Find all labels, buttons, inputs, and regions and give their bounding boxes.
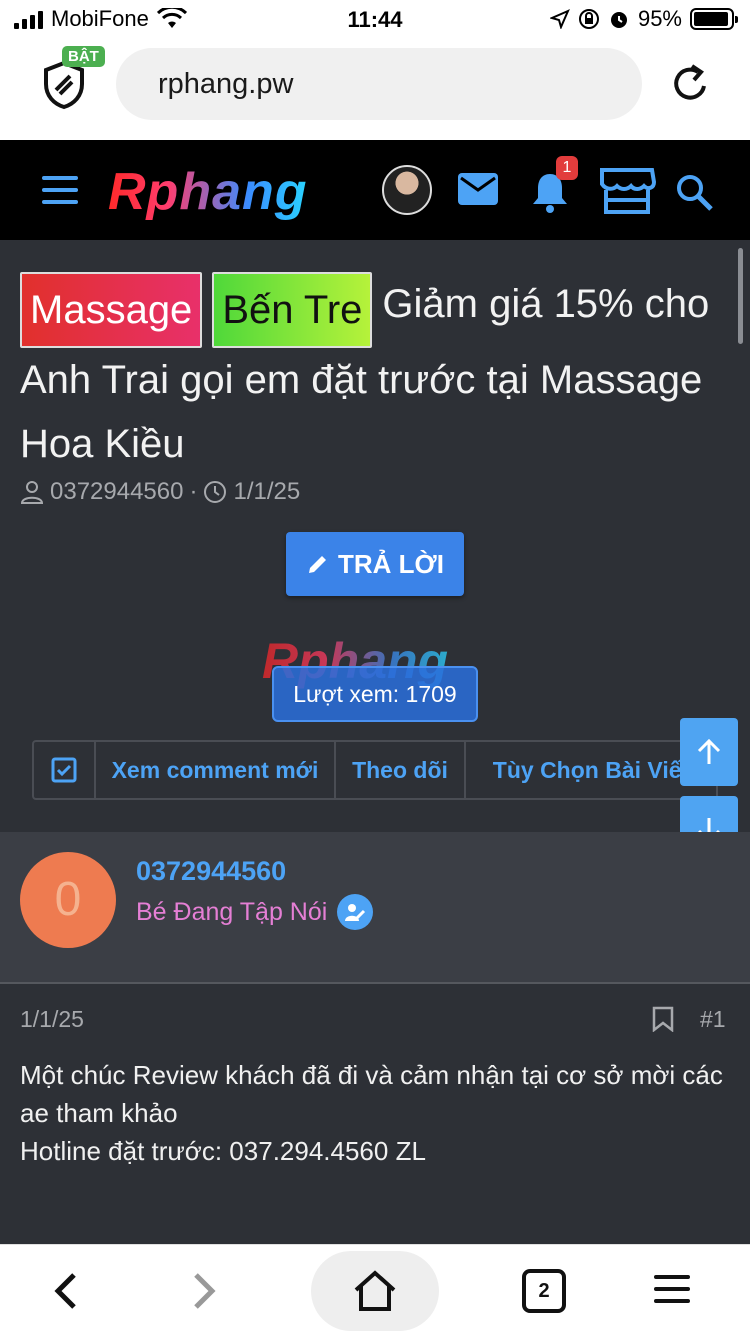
view-new-comments-button[interactable]: Xem comment mới (96, 742, 336, 798)
status-bar: MobiFone 11:44 95% (0, 0, 750, 40)
tag-massage[interactable]: Massage (20, 272, 203, 348)
post-body-line: Một chúc Review khách đã đi và cảm nhận … (20, 1060, 723, 1128)
location-arrow-icon (549, 9, 570, 29)
author-avatar[interactable]: 0 (20, 852, 116, 948)
store-icon[interactable] (598, 166, 656, 216)
site-header: Rphang (0, 140, 750, 240)
reply-button[interactable]: TRẢ LỜI (286, 532, 464, 596)
post-body: Một chúc Review khách đã đi và cảm nhận … (20, 1056, 730, 1170)
select-checkbox[interactable] (34, 742, 96, 798)
mail-icon[interactable] (457, 172, 499, 206)
thread-author[interactable]: 0372944560 (50, 478, 183, 506)
arrow-up-icon (697, 738, 721, 764)
search-icon[interactable] (674, 172, 714, 212)
thread-date: 1/1/25 (233, 478, 301, 505)
user-icon (20, 481, 44, 504)
shield-icon[interactable] (42, 60, 86, 110)
author-title: Bé Đang Tập Nói (136, 894, 374, 930)
menu-icon[interactable] (42, 176, 78, 204)
follow-button[interactable]: Theo dõi (336, 742, 466, 798)
rotation-lock-icon (578, 9, 599, 29)
post-body-line: Hotline đặt trước: 037.294.4560 ZL (20, 1136, 426, 1166)
reload-icon[interactable] (668, 62, 712, 106)
clock-icon (204, 481, 227, 503)
url-text: rphang.pw (158, 68, 294, 100)
checkbox-icon (51, 757, 77, 783)
shield-status-badge: BẬT (62, 46, 105, 67)
forward-icon[interactable] (188, 1271, 220, 1311)
post-number[interactable]: #1 (700, 1006, 726, 1033)
browser-menu-icon[interactable] (654, 1275, 690, 1303)
bookmark-icon[interactable] (652, 1006, 674, 1032)
thread-meta: 0372944560 · 1/1/25 (20, 478, 300, 506)
browser-address-bar: BẬT rphang.pw (0, 40, 750, 140)
alarm-icon (610, 12, 627, 28)
scrollbar[interactable] (738, 248, 743, 344)
thread-title: Massage Bến Tre Giảm giá 15% cho Anh Trai … (20, 272, 720, 476)
scroll-top-button[interactable] (680, 718, 738, 786)
battery-percent: 95% (637, 6, 682, 31)
user-edit-icon (337, 894, 374, 930)
author-username[interactable]: 0372944560 (136, 856, 286, 887)
site-logo[interactable]: Rphang (108, 162, 308, 222)
home-icon (354, 1270, 396, 1311)
pencil-icon (309, 556, 327, 573)
view-count: Lượt xem: 1709 (272, 666, 478, 722)
url-field[interactable]: rphang.pw (116, 48, 642, 120)
tabs-button[interactable]: 2 (522, 1269, 566, 1313)
post-author-box: 0 0372944560 Bé Đang Tập Nói (0, 832, 750, 984)
user-avatar[interactable] (382, 165, 432, 215)
battery-icon (690, 8, 738, 30)
reply-label: TRẢ LỜI (338, 548, 444, 579)
browser-toolbar: 2 (0, 1244, 750, 1334)
author-title-text: Bé Đang Tập Nói (136, 897, 328, 926)
thread-options-bar: Xem comment mới Theo dõi Tùy Chọn Bài Vi… (32, 740, 718, 800)
meta-separator: · (189, 478, 198, 505)
post-options-button[interactable]: Tùy Chọn Bài Viết (466, 742, 716, 798)
back-icon[interactable] (50, 1271, 82, 1311)
tag-ben-tre[interactable]: Bến Tre (212, 272, 373, 348)
status-right: 95% (549, 6, 738, 32)
post-date[interactable]: 1/1/25 (20, 1006, 84, 1033)
notification-badge: 1 (556, 156, 578, 180)
home-button[interactable] (311, 1251, 439, 1331)
